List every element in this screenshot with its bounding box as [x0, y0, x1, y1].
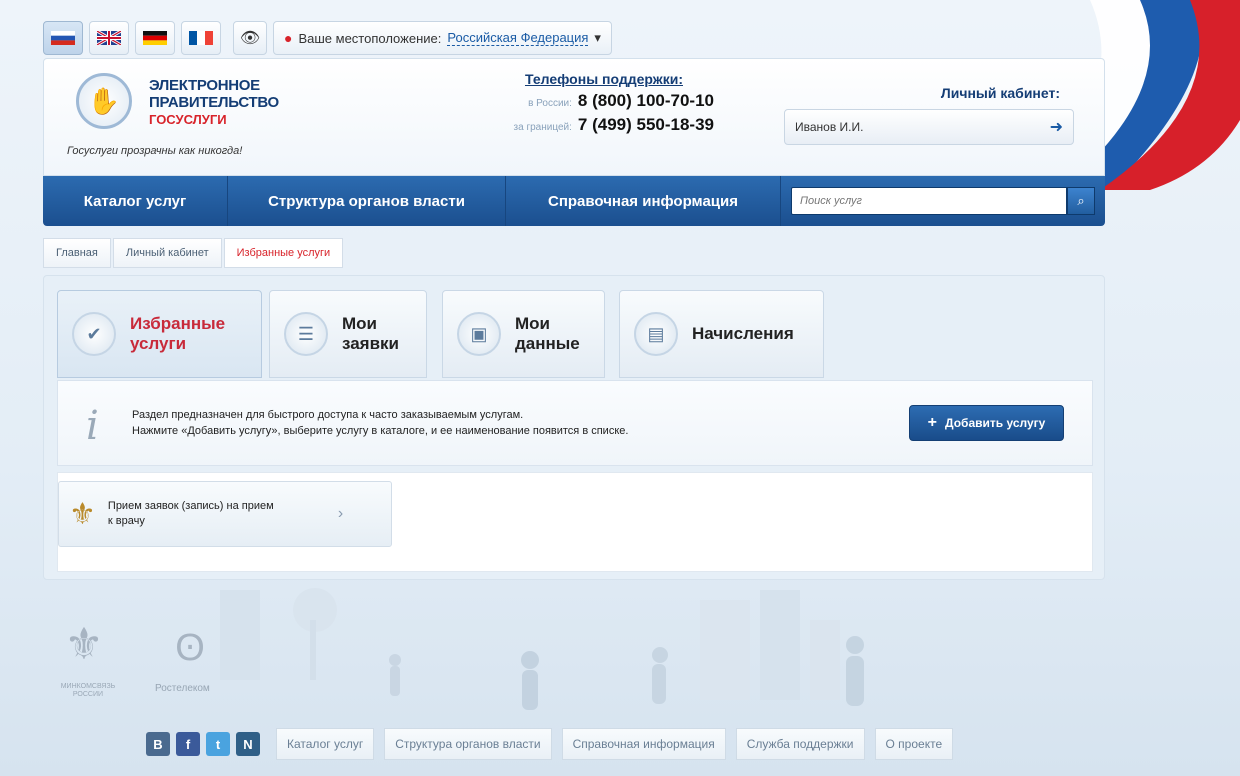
phone-label-russia: в России:	[528, 98, 572, 109]
breadcrumb: Главная Личный кабинет Избранные услуги	[43, 238, 345, 268]
rostelecom-label: Ростелеком	[155, 683, 210, 694]
personal-cabinet: Личный кабинет: Иванов И.И. ➜	[784, 85, 1074, 145]
eye-icon: 👁	[239, 30, 261, 47]
cabinet-title: Личный кабинет:	[940, 85, 1060, 101]
service-title-line2: к врачу	[107, 515, 145, 527]
tab-label-line2: заявки	[342, 334, 400, 353]
accessibility-button[interactable]: 👁	[233, 21, 267, 55]
ministry-emblem-icon[interactable]: ⚜	[58, 612, 110, 676]
social-icon[interactable]: N	[236, 732, 260, 756]
footer-link-reference[interactable]: Справочная информация	[561, 728, 726, 760]
lang-fr-button[interactable]	[181, 21, 221, 55]
add-service-button[interactable]: + Добавить услугу	[909, 405, 1064, 441]
nav-authorities[interactable]: Структура органов власти	[228, 176, 506, 226]
top-strip: 👁 ● Ваше местоположение: Российская Феде…	[43, 18, 693, 58]
info-icon: i	[86, 403, 99, 449]
rostelecom-logo-icon[interactable]: ʘ	[170, 618, 210, 678]
chevron-down-icon[interactable]: ▾	[594, 30, 601, 46]
footer-cityscape-decoration	[220, 588, 864, 710]
ministry-label: МИНКОМСВЯЗЬ РОССИИ	[60, 683, 116, 698]
location-pin-icon: ●	[284, 30, 293, 46]
bill-icon: ▤	[634, 312, 678, 356]
tab-label-line1: Мои	[515, 314, 550, 333]
fr-flag-icon	[189, 31, 213, 45]
uk-flag-icon	[97, 31, 121, 45]
logo-line2: ПРАВИТЕЛЬСТВО	[149, 94, 279, 111]
info-box: i Раздел предназначен для быстрого досту…	[57, 380, 1093, 466]
info-line2: Нажмите «Добавить услугу», выберите услу…	[132, 425, 629, 437]
tab-charges[interactable]: ▤ Начисления	[619, 290, 824, 378]
footer-link-catalog[interactable]: Каталог услуг	[276, 728, 375, 760]
footer-link-support[interactable]: Служба поддержки	[735, 728, 865, 760]
phone-number-abroad: 7 (499) 550-18-39	[577, 115, 714, 134]
lang-ru-button[interactable]	[43, 21, 83, 55]
footer-link-about[interactable]: О проекте	[874, 728, 954, 760]
location-label: Ваше местоположение:	[298, 30, 442, 46]
id-card-icon: ▣	[457, 312, 501, 356]
phone-row-abroad: за границей: 7 (499) 550-18-39	[454, 115, 714, 135]
phone-label-abroad: за границей:	[513, 122, 572, 133]
header: ✋ ЭЛЕКТРОННОЕ ПРАВИТЕЛЬСТВО ГОСУСЛУГИ Го…	[43, 58, 1105, 176]
lang-en-button[interactable]	[89, 21, 129, 55]
search-input[interactable]	[791, 187, 1067, 215]
footer-nav: В f t N Каталог услуг Структура органов …	[146, 728, 957, 760]
user-check-icon: ✔	[72, 312, 116, 356]
logo-line3: ГОСУСЛУГИ	[149, 112, 227, 127]
footer-link-authorities[interactable]: Структура органов власти	[384, 728, 552, 760]
service-title: Прием заявок (запись) на прием к врачу	[108, 499, 326, 529]
vk-icon[interactable]: В	[146, 732, 170, 756]
plus-icon: +	[927, 414, 938, 431]
tab-my-requests[interactable]: ☰ Мои заявки	[269, 290, 427, 378]
support-phones: Телефоны поддержки: в России: 8 (800) 10…	[454, 71, 714, 135]
logo[interactable]: ✋ ЭЛЕКТРОННОЕ ПРАВИТЕЛЬСТВО ГОСУСЛУГИ Го…	[64, 69, 334, 169]
tab-favorite-services[interactable]: ✔ Избранные услуги	[57, 290, 262, 378]
main-panel: ✔ Избранные услуги ☰ Мои заявки ▣ Мои да…	[43, 275, 1105, 580]
twitter-icon[interactable]: t	[206, 732, 230, 756]
add-service-label: Добавить услугу	[945, 416, 1046, 430]
search-box: ⌕	[781, 187, 1105, 215]
nav-catalog[interactable]: Каталог услуг	[43, 176, 228, 226]
logout-icon[interactable]: ➜	[1050, 117, 1063, 137]
tab-my-data[interactable]: ▣ Мои данные	[442, 290, 605, 378]
tab-label: Мои данные	[515, 314, 580, 354]
de-flag-icon	[143, 31, 167, 45]
info-line1: Раздел предназначен для быстрого доступа…	[132, 409, 524, 421]
phone-number-russia: 8 (800) 100-70-10	[577, 91, 714, 110]
location-selector: ● Ваше местоположение: Российская Федера…	[273, 21, 612, 55]
logo-tagline: Госуслуги прозрачны как никогда!	[67, 145, 243, 157]
list-icon: ☰	[284, 312, 328, 356]
list-item[interactable]: ⚜ Прием заявок (запись) на прием к врачу…	[58, 481, 392, 547]
location-value[interactable]: Российская Федерация	[447, 30, 589, 46]
search-icon: ⌕	[1077, 193, 1085, 208]
logo-line1: ЭЛЕКТРОННОЕ	[149, 77, 260, 94]
tab-label: Начисления	[692, 324, 794, 344]
ru-flag-icon	[51, 31, 75, 45]
service-title-line1: Прием заявок (запись) на прием	[107, 500, 274, 512]
tab-label-line1: Избранные	[130, 314, 226, 333]
tab-label: Избранные услуги	[130, 314, 225, 354]
cabinet-user-box[interactable]: Иванов И.И. ➜	[784, 109, 1074, 145]
coat-of-arms-icon: ⚜	[69, 497, 96, 531]
tab-label: Мои заявки	[342, 314, 399, 354]
favorite-services-list: ⚜ Прием заявок (запись) на прием к врачу…	[57, 472, 1093, 572]
tab-label-line1: Начисления	[692, 324, 794, 343]
main-nav: Каталог услуг Структура органов власти С…	[43, 176, 1105, 226]
tab-label-line2: данные	[515, 334, 580, 353]
tab-label-line2: услуги	[130, 334, 187, 353]
breadcrumb-cabinet[interactable]: Личный кабинет	[112, 238, 222, 268]
support-title[interactable]: Телефоны поддержки:	[494, 71, 714, 87]
phone-row-russia: в России: 8 (800) 100-70-10	[454, 91, 714, 111]
nav-reference[interactable]: Справочная информация	[506, 176, 781, 226]
breadcrumb-current: Избранные услуги	[223, 238, 344, 268]
breadcrumb-home[interactable]: Главная	[43, 238, 111, 268]
facebook-icon[interactable]: f	[176, 732, 200, 756]
chevron-right-icon: ›	[337, 505, 344, 522]
cabinet-user-name[interactable]: Иванов И.И.	[795, 120, 863, 134]
lang-de-button[interactable]	[135, 21, 175, 55]
search-button[interactable]: ⌕	[1067, 187, 1095, 215]
info-text: Раздел предназначен для быстрого доступа…	[132, 407, 628, 439]
tab-label-line1: Мои	[342, 314, 377, 333]
logo-emblem-icon: ✋	[76, 73, 132, 129]
